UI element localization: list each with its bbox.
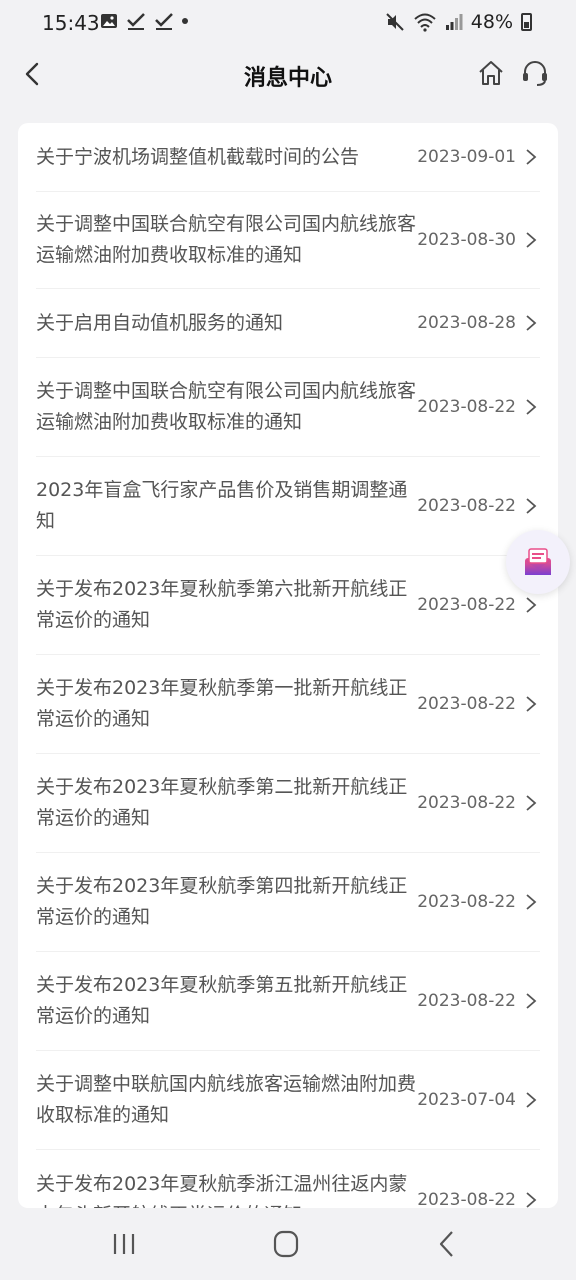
chevron-right-icon [526,696,537,712]
home-button[interactable] [476,58,506,88]
chevron-right-icon [526,597,537,613]
message-title: 关于发布2023年夏秋航季第六批新开航线正常运价的通知 [36,578,408,631]
check-icon [155,13,173,30]
message-title: 关于调整中国联合航空有限公司国内航线旅客运输燃油附加费收取标准的通知 [36,380,417,433]
message-item[interactable]: 关于调整中联航国内航线旅客运输燃油附加费收取标准的通知 2023-07-04 [36,1051,540,1150]
signal-icon [445,14,463,30]
message-date: 2023-08-22 [417,595,516,615]
more-notifications-dot [182,18,188,24]
message-title: 关于发布2023年夏秋航季第四批新开航线正常运价的通知 [36,875,408,928]
headset-icon [523,61,547,86]
battery-percent: 48% [470,11,513,33]
message-date: 2023-08-22 [417,397,516,417]
mail-icon [525,548,551,575]
home-icon [479,61,503,85]
message-date: 2023-08-22 [417,496,516,516]
chevron-right-icon [526,1092,537,1108]
floating-mail-button[interactable] [506,530,570,594]
message-date: 2023-07-04 [417,1090,516,1110]
message-date: 2023-08-30 [417,230,516,250]
message-date: 2023-09-01 [417,147,516,167]
header: 消息中心 [0,46,576,102]
mute-icon [386,13,404,31]
message-item[interactable]: 关于发布2023年夏秋航季第五批新开航线正常运价的通知 2023-08-22 [36,952,540,1051]
message-date: 2023-08-22 [417,991,516,1011]
chevron-right-icon [526,498,537,514]
message-item[interactable]: 关于发布2023年夏秋航季第二批新开航线正常运价的通知 2023-08-22 [36,754,540,853]
status-right: 48% [385,11,532,33]
message-title: 关于宁波机场调整值机截载时间的公告 [36,145,360,168]
chevron-right-icon [526,399,537,415]
message-title: 关于启用自动值机服务的通知 [36,311,284,334]
message-date: 2023-08-28 [417,313,516,333]
chevron-right-icon [526,315,537,331]
chevron-right-icon [526,232,537,248]
message-item[interactable]: 关于宁波机场调整值机截载时间的公告 2023-09-01 [36,123,540,192]
message-date: 2023-08-22 [417,694,516,714]
message-item[interactable]: 关于发布2023年夏秋航季第四批新开航线正常运价的通知 2023-08-22 [36,853,540,952]
recent-apps-button[interactable] [104,1226,144,1262]
chevron-right-icon [526,149,537,165]
check-icon [127,13,145,30]
message-list: 关于宁波机场调整值机截载时间的公告 2023-09-01 关于调整中国联合航空有限公… [18,123,558,1208]
customer-service-button[interactable] [520,58,550,88]
home-nav-button[interactable] [266,1226,306,1262]
gallery-icon [101,14,117,28]
chevron-right-icon [526,993,537,1009]
message-title: 关于发布2023年夏秋航季第一批新开航线正常运价的通知 [36,677,408,730]
notification-icons [100,12,188,30]
home-nav-icon [273,1230,299,1258]
message-item[interactable]: 关于发布2023年夏秋航季浙江温州往返内蒙古包头新开航线正常运价的通知 2023-… [36,1150,540,1208]
message-item[interactable]: 2023年盲盒飞行家产品售价及销售期调整通知 2023-08-22 [36,457,540,556]
message-date: 2023-08-22 [417,793,516,813]
message-item[interactable]: 关于调整中国联合航空有限公司国内航线旅客运输燃油附加费收取标准的通知 2023-0… [36,358,540,457]
message-title: 关于调整中国联合航空有限公司国内航线旅客运输燃油附加费收取标准的通知 [36,213,417,266]
back-nav-button[interactable] [428,1226,468,1262]
message-title: 关于调整中联航国内航线旅客运输燃油附加费收取标准的通知 [36,1073,417,1126]
status-bar: 15:43 48% [0,0,576,46]
message-title: 关于发布2023年夏秋航季浙江温州往返内蒙古包头新开航线正常运价的通知 [36,1173,408,1208]
status-time: 15:43 [42,11,100,35]
message-title: 关于发布2023年夏秋航季第二批新开航线正常运价的通知 [36,776,408,829]
back-nav-icon [439,1231,453,1257]
message-item[interactable]: 关于发布2023年夏秋航季第六批新开航线正常运价的通知 2023-08-22 [36,556,540,655]
chevron-right-icon [526,1192,537,1208]
message-title: 关于发布2023年夏秋航季第五批新开航线正常运价的通知 [36,974,408,1027]
message-title: 2023年盲盒飞行家产品售价及销售期调整通知 [36,479,408,532]
message-date: 2023-08-22 [417,892,516,912]
recent-apps-icon [113,1234,135,1254]
battery-icon [521,13,532,31]
wifi-icon [414,13,436,32]
chevron-right-icon [526,795,537,811]
message-date: 2023-08-22 [417,1190,516,1208]
message-item[interactable]: 关于启用自动值机服务的通知 2023-08-28 [36,289,540,358]
system-nav-bar [0,1208,576,1280]
message-item[interactable]: 关于发布2023年夏秋航季第一批新开航线正常运价的通知 2023-08-22 [36,655,540,754]
chevron-right-icon [526,894,537,910]
message-item[interactable]: 关于调整中国联合航空有限公司国内航线旅客运输燃油附加费收取标准的通知 2023-0… [36,192,540,289]
